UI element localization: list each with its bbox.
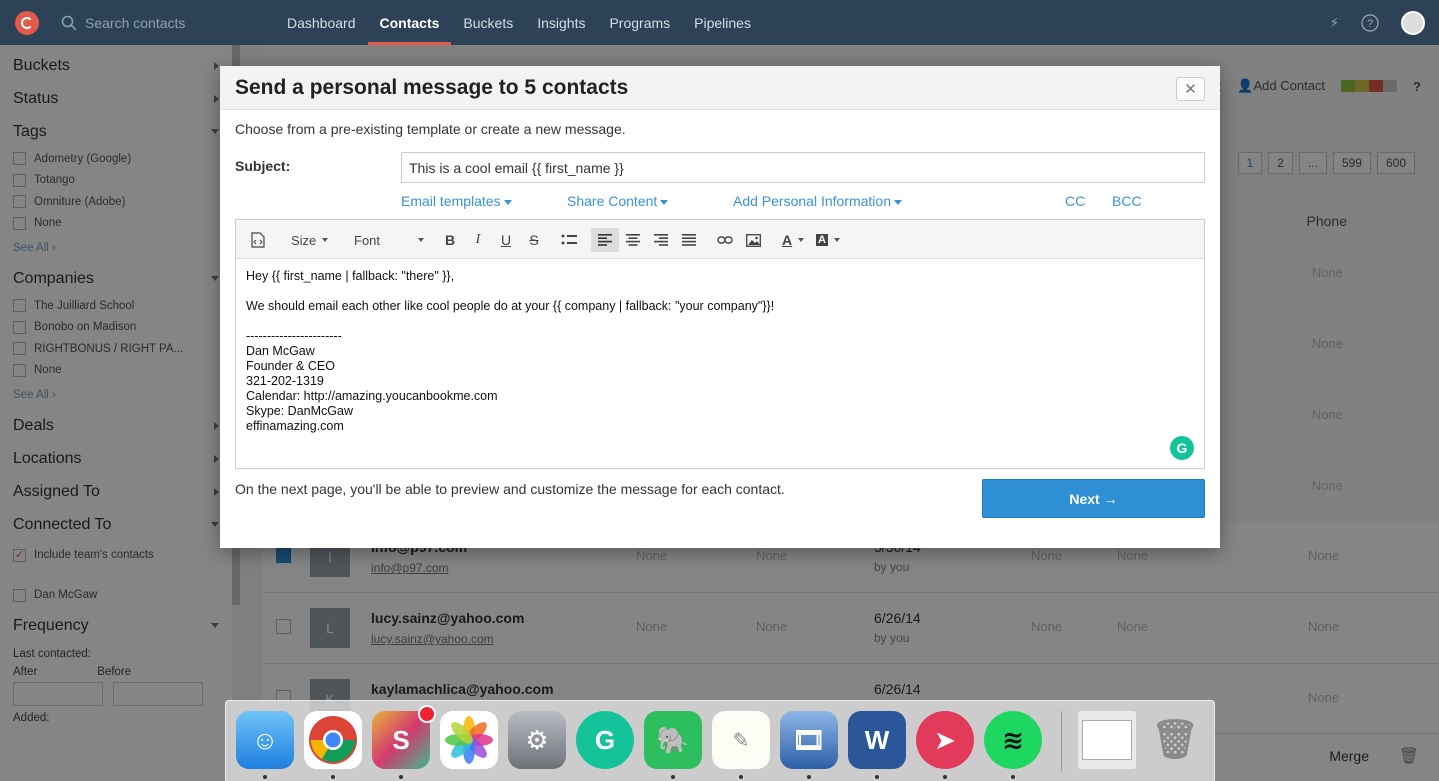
main-nav: Dashboard Contacts Buckets Insights Prog… (275, 0, 763, 45)
preview-note: On the next page, you'll be able to prev… (235, 481, 785, 497)
nav-dashboard[interactable]: Dashboard (275, 0, 368, 45)
nav-programs[interactable]: Programs (597, 0, 682, 45)
text-color-icon[interactable]: A (781, 228, 805, 252)
caret-down-icon (798, 238, 805, 242)
modal-title: Send a personal message to 5 contacts (235, 76, 629, 99)
lightning-icon[interactable]: ⚡ (1330, 15, 1339, 31)
subject-input[interactable]: This is a cool email {{ first_name }} (401, 152, 1205, 183)
nav-pipelines[interactable]: Pipelines (682, 0, 763, 45)
notification-badge (418, 705, 436, 723)
modal-intro: Choose from a pre-existing template or c… (235, 121, 626, 137)
bold-icon[interactable]: B (441, 228, 459, 252)
svg-text:?: ? (1367, 18, 1373, 30)
link-icon[interactable] (715, 228, 735, 252)
share-content-dropdown[interactable]: Share Content (567, 193, 669, 209)
caret-down-icon (322, 238, 329, 242)
strikethrough-icon[interactable]: S (525, 228, 543, 252)
message-body[interactable]: Hey {{ first_name | fallback: "there" }}… (236, 259, 1204, 468)
app-logo-icon[interactable] (15, 10, 39, 35)
finder-window-icon[interactable] (1078, 711, 1136, 769)
email-templates-dropdown[interactable]: Email templates (401, 193, 512, 209)
bullet-list-icon[interactable] (559, 228, 579, 252)
source-code-icon[interactable] (248, 228, 268, 252)
signature-line: Founder & CEO (246, 359, 335, 373)
nav-insights[interactable]: Insights (525, 0, 597, 45)
spotify-icon[interactable]: ≋ (984, 711, 1042, 769)
background-color-icon[interactable]: A (816, 228, 840, 252)
word-icon[interactable]: W (848, 711, 906, 769)
textedit-icon[interactable]: ✎ (712, 711, 770, 769)
caret-down-icon (418, 238, 424, 242)
macos-dock: ☺ S ⚙ G 🐘 ✎ 🎞 W ➤ ≋ 🗑 (225, 700, 1215, 781)
nav-right: ⚡ ? (1330, 0, 1425, 45)
search-icon (61, 15, 77, 31)
align-left-icon[interactable] (591, 228, 619, 252)
font-size-dropdown[interactable]: Size (291, 228, 329, 252)
body-greeting: Hey {{ first_name | fallback: "there" }}… (246, 269, 455, 283)
caret-down-icon (660, 199, 669, 205)
editor-toolbar: Size Font B I U S A A (236, 220, 1204, 259)
caret-down-icon (833, 238, 840, 242)
grammarly-app-icon[interactable]: G (576, 711, 634, 769)
finder-icon[interactable]: ☺ (236, 711, 294, 769)
signature-line: Dan McGaw (246, 344, 315, 358)
user-avatar[interactable] (1401, 10, 1425, 35)
top-navbar: Search contacts Dashboard Contacts Bucke… (0, 0, 1439, 45)
search-box[interactable]: Search contacts (61, 15, 251, 31)
next-button[interactable]: Next → (982, 479, 1205, 518)
caret-down-icon (503, 199, 512, 205)
caret-down-icon (893, 199, 902, 205)
add-personal-info-dropdown[interactable]: Add Personal Information (733, 193, 902, 209)
bcc-link[interactable]: BCC (1112, 193, 1142, 209)
align-center-icon[interactable] (624, 228, 642, 252)
nav-contacts[interactable]: Contacts (367, 0, 452, 45)
body-line: We should email each other like cool peo… (246, 299, 775, 313)
signature-line: 321-202-1319 (246, 374, 324, 388)
skitch-icon[interactable]: ➤ (916, 711, 974, 769)
signature-line: effinamazing.com (246, 419, 344, 433)
slack-icon[interactable]: S (372, 705, 436, 769)
grammarly-icon[interactable]: G (1170, 436, 1194, 460)
image-icon[interactable] (743, 228, 763, 252)
help-icon[interactable]: ? (1361, 13, 1379, 32)
signature-separator: ----------------------- (246, 329, 342, 343)
dock-separator (1061, 711, 1062, 771)
evernote-icon[interactable]: 🐘 (644, 711, 702, 769)
trash-icon[interactable]: 🗑 (1146, 711, 1204, 769)
chrome-icon[interactable] (304, 711, 362, 769)
send-message-modal: Send a personal message to 5 contacts ✕ … (220, 66, 1220, 548)
cc-link[interactable]: CC (1065, 193, 1085, 209)
search-input[interactable]: Search contacts (85, 15, 185, 31)
close-button[interactable]: ✕ (1176, 77, 1205, 101)
screen-recorder-icon[interactable]: 🎞 (780, 711, 838, 769)
photos-icon[interactable] (440, 711, 498, 769)
signature-line: Skype: DanMcGaw (246, 404, 353, 418)
align-justify-icon[interactable] (680, 228, 698, 252)
nav-buckets[interactable]: Buckets (451, 0, 525, 45)
system-preferences-icon[interactable]: ⚙ (508, 711, 566, 769)
signature-line: Calendar: http://amazing.youcanbookme.co… (246, 389, 498, 403)
modal-header: Send a personal message to 5 contacts ✕ (220, 66, 1220, 110)
font-family-dropdown[interactable]: Font (354, 228, 424, 252)
subject-label: Subject: (235, 158, 291, 174)
italic-icon[interactable]: I (469, 228, 487, 252)
underline-icon[interactable]: U (497, 228, 515, 252)
align-right-icon[interactable] (652, 228, 670, 252)
message-editor: Size Font B I U S A A Hey {{first_name … (235, 219, 1205, 469)
